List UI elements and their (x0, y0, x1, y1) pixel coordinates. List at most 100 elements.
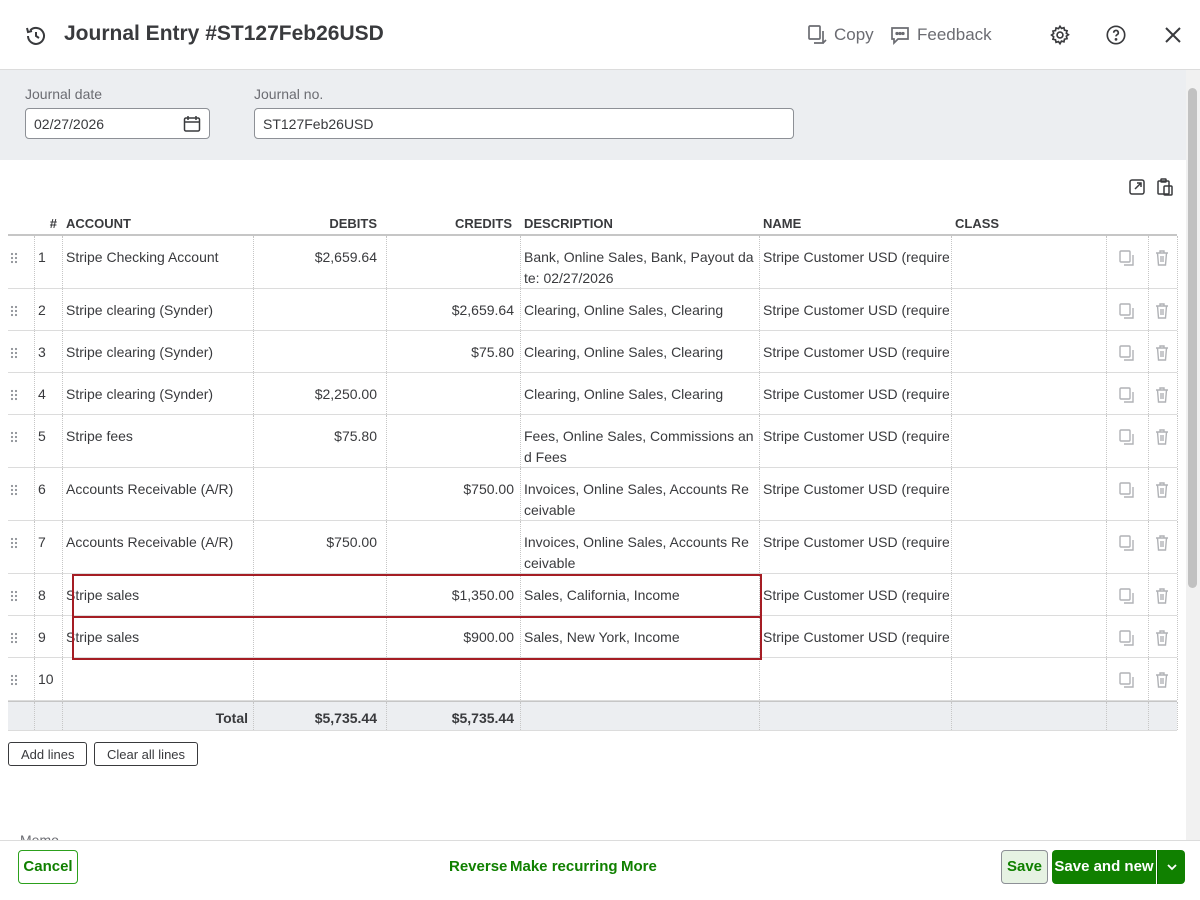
trash-icon[interactable] (1153, 481, 1171, 499)
description-cell[interactable]: Sales, New York, Income (520, 616, 758, 657)
duplicate-line-icon[interactable] (1118, 344, 1136, 362)
more-link[interactable]: More (621, 858, 657, 875)
drag-handle-icon[interactable] (10, 674, 20, 686)
debit-cell[interactable] (253, 331, 381, 372)
drag-handle-icon[interactable] (10, 632, 20, 644)
class-cell[interactable] (951, 658, 1106, 700)
credit-cell[interactable]: $1,350.00 (386, 574, 518, 615)
drag-handle-icon[interactable] (10, 305, 20, 317)
drag-handle-icon[interactable] (10, 431, 20, 443)
credit-cell[interactable] (386, 373, 518, 414)
class-cell[interactable] (951, 521, 1106, 573)
scrollbar-thumb[interactable] (1188, 88, 1197, 588)
credit-cell[interactable]: $2,659.64 (386, 289, 518, 330)
debit-cell[interactable]: $2,659.64 (253, 236, 381, 288)
description-cell[interactable]: Fees, Online Sales, Commissions and Fees (520, 415, 758, 467)
name-cell[interactable]: Stripe Customer USD (required) (759, 415, 949, 467)
class-cell[interactable] (951, 373, 1106, 414)
debit-cell[interactable] (253, 289, 381, 330)
account-cell[interactable]: Stripe sales (62, 574, 252, 615)
add-lines-button[interactable]: Add lines (8, 742, 88, 766)
name-cell[interactable]: Stripe Customer USD (required) (759, 521, 949, 573)
table-row[interactable]: 9 Stripe sales $900.00 Sales, New York, Inc… (8, 616, 1178, 658)
account-cell[interactable] (62, 658, 252, 700)
debit-cell[interactable] (253, 658, 381, 700)
drag-handle-icon[interactable] (10, 347, 20, 359)
description-cell[interactable]: Invoices, Online Sales, Accounts Receiva… (520, 521, 758, 573)
drag-handle-icon[interactable] (10, 252, 20, 264)
debit-cell[interactable] (253, 468, 381, 520)
name-cell[interactable]: Stripe Customer USD (required) (759, 373, 949, 414)
debit-cell[interactable]: $2,250.00 (253, 373, 381, 414)
name-cell[interactable]: Stripe Customer USD (required) (759, 468, 949, 520)
table-row[interactable]: 3 Stripe clearing (Synder) $75.80 Clearing,… (8, 331, 1178, 373)
drag-handle-icon[interactable] (10, 537, 20, 549)
trash-icon[interactable] (1153, 671, 1171, 689)
description-cell[interactable] (520, 658, 758, 700)
description-cell[interactable]: Clearing, Online Sales, Clearing (520, 331, 758, 372)
debit-cell[interactable] (253, 616, 381, 657)
duplicate-line-icon[interactable] (1118, 249, 1136, 267)
name-cell[interactable]: Stripe Customer USD (required) (759, 331, 949, 372)
debit-cell[interactable]: $75.80 (253, 415, 381, 467)
make-recurring-link[interactable]: Make recurring (510, 858, 618, 875)
class-cell[interactable] (951, 415, 1106, 467)
table-row[interactable]: 7 Accounts Receivable (A/R) $750.00 Invoice… (8, 521, 1178, 574)
account-cell[interactable]: Stripe clearing (Synder) (62, 289, 252, 330)
table-row[interactable]: 4 Stripe clearing (Synder) $2,250.00 Cleari… (8, 373, 1178, 415)
save-button[interactable]: Save (1001, 850, 1048, 884)
debit-cell[interactable]: $750.00 (253, 521, 381, 573)
duplicate-line-icon[interactable] (1118, 629, 1136, 647)
account-cell[interactable]: Stripe clearing (Synder) (62, 373, 252, 414)
class-cell[interactable] (951, 331, 1106, 372)
table-row[interactable]: 1 Stripe Checking Account $2,659.64 Bank, O… (8, 236, 1178, 289)
account-cell[interactable]: Stripe sales (62, 616, 252, 657)
description-cell[interactable]: Invoices, Online Sales, Accounts Receiva… (520, 468, 758, 520)
scrollbar[interactable] (1186, 70, 1200, 840)
journal-no-field[interactable]: ST127Feb26USD (254, 108, 794, 139)
help-icon[interactable] (1105, 24, 1127, 46)
class-cell[interactable] (951, 574, 1106, 615)
credit-cell[interactable] (386, 658, 518, 700)
name-cell[interactable]: Stripe Customer USD (required) (759, 574, 949, 615)
name-cell[interactable] (759, 658, 949, 700)
clear-all-lines-button[interactable]: Clear all lines (94, 742, 199, 766)
credit-cell[interactable]: $75.80 (386, 331, 518, 372)
save-options-dropdown[interactable] (1157, 850, 1185, 884)
duplicate-line-icon[interactable] (1118, 534, 1136, 552)
duplicate-line-icon[interactable] (1118, 428, 1136, 446)
trash-icon[interactable] (1153, 534, 1171, 552)
gear-icon[interactable] (1049, 24, 1071, 46)
drag-handle-icon[interactable] (10, 484, 20, 496)
history-icon[interactable] (24, 24, 48, 48)
reverse-link[interactable]: Reverse (449, 858, 507, 875)
drag-handle-icon[interactable] (10, 590, 20, 602)
table-row[interactable]: 2 Stripe clearing (Synder) $2,659.64 Cleari… (8, 289, 1178, 331)
trash-icon[interactable] (1153, 629, 1171, 647)
trash-icon[interactable] (1153, 428, 1171, 446)
account-cell[interactable]: Stripe clearing (Synder) (62, 331, 252, 372)
class-cell[interactable] (951, 468, 1106, 520)
save-and-new-button[interactable]: Save and new (1052, 850, 1156, 884)
credit-cell[interactable]: $900.00 (386, 616, 518, 657)
name-cell[interactable]: Stripe Customer USD (required) (759, 289, 949, 330)
trash-icon[interactable] (1153, 249, 1171, 267)
credit-cell[interactable]: $750.00 (386, 468, 518, 520)
close-icon[interactable] (1162, 24, 1184, 46)
duplicate-line-icon[interactable] (1118, 587, 1136, 605)
credit-cell[interactable] (386, 521, 518, 573)
account-cell[interactable]: Stripe Checking Account (62, 236, 252, 288)
table-row[interactable]: 5 Stripe fees $75.80 Fees, Online Sales, Co… (8, 415, 1178, 468)
trash-icon[interactable] (1153, 587, 1171, 605)
duplicate-line-icon[interactable] (1118, 671, 1136, 689)
table-row[interactable]: 8 Stripe sales $1,350.00 Sales, California,… (8, 574, 1178, 616)
trash-icon[interactable] (1153, 302, 1171, 320)
credit-cell[interactable] (386, 236, 518, 288)
account-cell[interactable]: Stripe fees (62, 415, 252, 467)
class-cell[interactable] (951, 616, 1106, 657)
duplicate-line-icon[interactable] (1118, 302, 1136, 320)
description-cell[interactable]: Clearing, Online Sales, Clearing (520, 289, 758, 330)
journal-date-field[interactable]: 02/27/2026 (25, 108, 210, 139)
paste-icon[interactable] (1156, 178, 1174, 196)
credit-cell[interactable] (386, 415, 518, 467)
